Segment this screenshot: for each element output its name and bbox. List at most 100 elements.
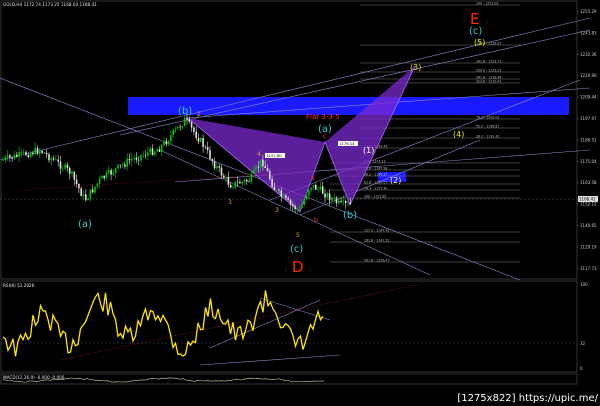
- candle-body: [298, 207, 301, 209]
- candle-body: [117, 164, 119, 169]
- candle-body: [108, 170, 110, 173]
- candle-body: [27, 155, 30, 158]
- candle-body: [52, 158, 55, 160]
- candle-body: [6, 155, 9, 158]
- candle-body: [250, 173, 253, 182]
- candle-body: [66, 164, 69, 168]
- wave-label-a-left: (a): [78, 219, 92, 230]
- candle-body: [202, 138, 204, 147]
- candle-body: [333, 198, 335, 199]
- candle-body: [71, 171, 73, 174]
- candle-body: [234, 181, 237, 188]
- candle-body: [292, 204, 294, 207]
- candle-body: [275, 189, 278, 191]
- candle-body: [259, 159, 262, 168]
- candle-body: [326, 193, 329, 198]
- candle-body: [59, 161, 62, 169]
- fib-label: 161.8 - 1141.52: [364, 238, 389, 242]
- candle-body: [64, 164, 66, 169]
- price-axis-label: 1255.29: [580, 9, 597, 14]
- candle-body: [140, 155, 142, 161]
- candle-body: [229, 184, 232, 188]
- candle-body: [135, 157, 138, 160]
- candle-body: [57, 159, 59, 162]
- d-marker-right: :: [309, 266, 311, 273]
- candle-body: [103, 175, 105, 179]
- wave-label-d: D: [292, 258, 304, 276]
- candle-body: [2, 159, 4, 161]
- rsi-trend-high: [209, 299, 321, 349]
- red-dotted-line: [19, 171, 301, 191]
- candle-body: [289, 200, 292, 205]
- wave-label-4: (4): [453, 130, 464, 139]
- price-axis-label: 1243.83: [580, 30, 597, 35]
- rsi-axis: 100 32 0: [580, 282, 588, 371]
- candle-body: [303, 199, 306, 205]
- price-axis-label: 1197.97: [580, 116, 597, 121]
- candle-body: [257, 166, 260, 168]
- candle-body: [239, 181, 241, 184]
- candle-body: [255, 166, 257, 170]
- candle-body: [50, 158, 53, 161]
- candle-body: [20, 151, 23, 153]
- candle-body: [13, 154, 16, 159]
- candle-body: [262, 159, 264, 167]
- fib-label: 261.8 - 1126.47: [364, 258, 389, 262]
- d-marker-left: :: [285, 266, 287, 273]
- fib-label: 38.2 - 1191.42: [476, 134, 499, 138]
- fib-label: 127.2 - 1147.42: [364, 228, 389, 232]
- wave-num-2: 2: [197, 111, 201, 118]
- candle-body: [165, 141, 168, 145]
- candle-body: [218, 166, 220, 168]
- candle-body: [252, 169, 255, 174]
- e-marker-left: :: [463, 18, 465, 25]
- candle-body: [312, 185, 315, 188]
- candle-body: [220, 167, 223, 176]
- candle-body: [133, 157, 135, 159]
- rsi-axis-label: 100: [580, 282, 588, 287]
- rsi-axis-label: 32: [580, 341, 586, 346]
- candle-body: [190, 121, 193, 128]
- symbol-info: GOLD,H4 1172.74 1173.25 1168.03 1168.41: [3, 2, 97, 7]
- candle-body: [105, 172, 108, 179]
- price-axis-label: 1152.12: [580, 202, 597, 207]
- sub-wave-c: c: [323, 133, 326, 140]
- candle-body: [177, 126, 179, 129]
- candle-body: [344, 201, 347, 203]
- candle-body: [195, 131, 197, 139]
- candle-body: [227, 176, 230, 185]
- price-axis-label: 1186.51: [580, 137, 597, 142]
- candle-body: [55, 159, 57, 161]
- candle-body: [211, 158, 214, 162]
- candle-body: [271, 179, 273, 187]
- candle-body: [154, 151, 156, 155]
- candle-body: [124, 164, 126, 167]
- rsi-line: [2, 290, 324, 357]
- candle-body: [174, 128, 177, 130]
- fib-label: 61.8 - 1160.07: [364, 180, 387, 184]
- fib-label: 100 - 1151.85: [364, 194, 386, 198]
- wave-num-4: 4: [257, 151, 261, 158]
- candle-body: [22, 151, 25, 153]
- candle-body: [36, 147, 39, 154]
- price-axis-label: 1163.58: [580, 180, 597, 185]
- candle-body: [246, 179, 248, 182]
- candle-body: [188, 119, 191, 122]
- wave-label-2: (2): [390, 176, 401, 185]
- chart-canvas[interactable]: GOLD,H4 1172.74 1173.25 1168.03 1168.41 …: [0, 0, 600, 406]
- candle-body: [296, 208, 299, 210]
- rsi-axis-label: 0: [580, 366, 583, 371]
- candle-body: [144, 155, 147, 156]
- candle-body: [349, 202, 352, 205]
- wave-label-c-top: (c): [469, 26, 482, 37]
- candle-body: [91, 189, 94, 193]
- current-price-value: 1168.41: [579, 197, 596, 202]
- candle-body: [206, 147, 209, 151]
- wave-num-5: 5: [296, 232, 300, 239]
- candle-body: [197, 138, 200, 142]
- candle-body: [73, 171, 76, 180]
- candle-body: [29, 152, 32, 158]
- candle-body: [172, 129, 174, 136]
- price-tag-1-text: 1157.80: [266, 153, 282, 158]
- candle-body: [82, 194, 85, 197]
